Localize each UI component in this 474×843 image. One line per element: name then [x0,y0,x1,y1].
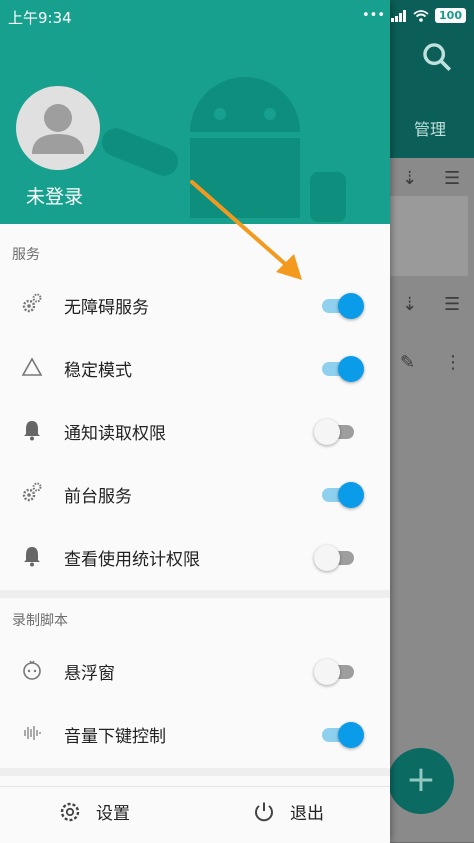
row-label: 音量下键控制 [64,727,166,747]
edit-icon[interactable]: ✎ [400,352,415,373]
sound-wave-icon [24,726,41,740]
gears-icon [22,293,42,313]
row-label: 查看使用统计权限 [64,550,200,570]
volume-down-toggle[interactable] [318,721,364,748]
add-fab-button[interactable]: + [388,748,454,814]
exit-button[interactable]: 退出 [252,799,324,824]
row-usage-stats-permission[interactable]: 查看使用统计权限 [0,526,390,588]
status-time: 上午9:34 [8,9,72,27]
sort-icon[interactable]: ⇣ [402,294,417,315]
row-floating-window[interactable]: 悬浮窗 [0,640,390,702]
section-title-services: 服务 [12,247,40,263]
row-notification-permission[interactable]: 通知读取权限 [0,400,390,462]
background-card [390,196,468,276]
row-label: 通知读取权限 [64,424,166,444]
tab-manage[interactable]: 管理 [400,116,460,140]
list-icon[interactable]: ☰ [444,168,460,189]
row-label: 悬浮窗 [64,664,115,684]
bell-icon [24,421,40,441]
row-label: 无障碍服务 [64,298,149,318]
bell-icon [24,547,40,567]
navigation-drawer: 未登录 服务 无障碍服务 稳定模式 通知读取权限 前台服务 查看使用统计权限 录… [0,0,390,843]
signal-icon [391,9,407,22]
section-divider [0,768,390,776]
row-stable-mode[interactable]: 稳定模式 [0,337,390,399]
more-icon[interactable]: ⋮ [444,352,462,373]
exit-label: 退出 [290,804,324,824]
settings-button[interactable]: 设置 [58,799,130,824]
row-foreground-service[interactable]: 前台服务 [0,463,390,525]
notification-permission-toggle[interactable] [314,418,364,445]
usage-stats-toggle[interactable] [314,544,364,571]
floating-face-icon [23,660,41,680]
status-bar: 上午9:34 ••• 100 [0,0,474,34]
annotation-arrow [190,180,302,280]
row-label: 稳定模式 [64,361,132,381]
wifi-icon [413,9,429,22]
row-label: 前台服务 [64,487,132,507]
battery-indicator: 100 [435,8,466,23]
gears-icon [22,482,42,502]
floating-window-toggle[interactable] [314,658,364,685]
avatar[interactable] [16,86,100,170]
accessibility-toggle[interactable] [318,292,364,319]
status-icons: ••• 100 [362,8,466,23]
row-volume-down-control[interactable]: 音量下键控制 [0,703,390,765]
settings-label: 设置 [96,804,130,824]
drawer-footer: 设置 退出 [0,786,390,843]
list-icon[interactable]: ☰ [444,294,460,315]
sort-icon[interactable]: ⇣ [402,168,417,189]
triangle-icon [21,357,43,376]
section-divider [0,590,390,598]
user-icon [32,104,84,154]
more-dots-icon: ••• [362,8,386,23]
section-title-recording: 录制脚本 [12,613,68,629]
power-icon [255,802,273,821]
stable-mode-toggle[interactable] [318,355,364,382]
foreground-service-toggle[interactable] [318,481,364,508]
gear-icon [60,802,80,821]
search-icon[interactable] [420,40,454,74]
login-status[interactable]: 未登录 [26,182,83,209]
